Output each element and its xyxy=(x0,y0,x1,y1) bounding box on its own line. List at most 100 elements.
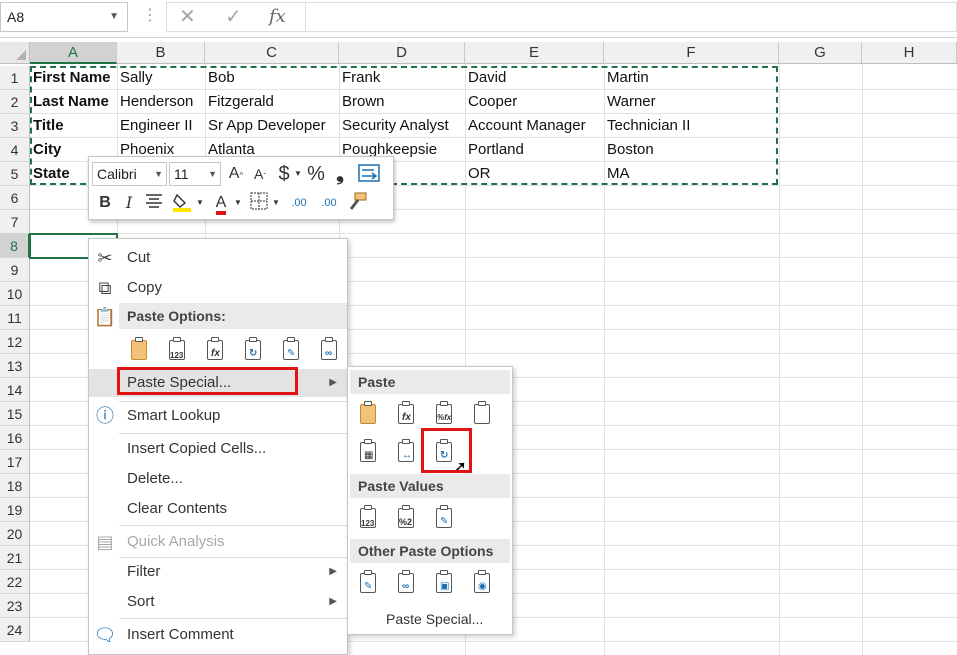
paste-values-icon[interactable]: 123 xyxy=(356,505,382,533)
paste-values-number-format-icon[interactable]: %2 xyxy=(394,505,420,533)
chevron-down-icon[interactable]: ▼ xyxy=(271,191,281,215)
row-header[interactable]: 17 xyxy=(0,450,30,474)
chevron-down-icon[interactable]: ▼ xyxy=(208,163,217,185)
font-name-box[interactable]: Calibri ▼ xyxy=(92,162,167,186)
row-header[interactable]: 9 xyxy=(0,258,30,282)
row-header[interactable]: 13 xyxy=(0,354,30,378)
italic-button[interactable]: I xyxy=(119,191,139,215)
name-box[interactable]: A8 ▼ xyxy=(0,2,128,32)
row-header[interactable]: 10 xyxy=(0,282,30,306)
cancel-icon[interactable]: ✕ xyxy=(179,5,196,29)
paste-formulas-icon[interactable]: fx xyxy=(203,337,229,365)
row-header[interactable]: 6 xyxy=(0,186,30,210)
row-header[interactable]: 22 xyxy=(0,570,30,594)
menu-item-insert-comment[interactable]: 🗨 Insert Comment xyxy=(89,621,347,649)
row-header[interactable]: 7 xyxy=(0,210,30,234)
col-header-d[interactable]: D xyxy=(339,42,465,64)
row-header[interactable]: 23 xyxy=(0,594,30,618)
row-header[interactable]: 11 xyxy=(0,306,30,330)
paste-keep-widths-icon[interactable]: ↔ xyxy=(394,439,420,467)
bold-button[interactable]: B xyxy=(95,191,115,215)
col-header-a[interactable]: A xyxy=(30,42,117,64)
grow-font-button[interactable]: A^ xyxy=(225,162,247,186)
paste-link-icon[interactable]: ∞ xyxy=(394,570,420,598)
paste-picture-icon[interactable]: ▣ xyxy=(432,570,458,598)
increase-decimal-button[interactable]: .00 xyxy=(285,191,313,215)
paste-icon[interactable] xyxy=(356,401,382,429)
chevron-down-icon[interactable]: ▼ xyxy=(109,3,119,31)
paste-link-icon[interactable]: ∞ xyxy=(317,337,343,365)
formula-buttons: ✕ ✓ fx xyxy=(166,2,306,32)
col-header-e[interactable]: E xyxy=(465,42,604,64)
paste-formatting-icon[interactable]: ✎ xyxy=(279,337,305,365)
row-header[interactable]: 12 xyxy=(0,330,30,354)
enter-icon[interactable]: ✓ xyxy=(225,5,242,29)
row-header[interactable]: 20 xyxy=(0,522,30,546)
row-header[interactable]: 18 xyxy=(0,474,30,498)
paste-transpose-icon[interactable]: ↻ xyxy=(241,337,267,365)
chevron-down-icon[interactable]: ▼ xyxy=(293,162,303,186)
row-header[interactable]: 15 xyxy=(0,402,30,426)
row-header[interactable]: 16 xyxy=(0,426,30,450)
row-header[interactable]: 8 xyxy=(0,234,30,258)
paste-values-source-format-icon[interactable]: ✎ xyxy=(432,505,458,533)
col-header-b[interactable]: B xyxy=(117,42,205,64)
shrink-font-button[interactable]: Aˇ xyxy=(249,162,271,186)
menu-item-delete[interactable]: Delete... xyxy=(89,465,347,493)
menu-item-sort[interactable]: Sort ▶ xyxy=(89,588,347,616)
row-header[interactable]: 19 xyxy=(0,498,30,522)
paste-formulas-number-format-icon[interactable]: %fx xyxy=(432,401,458,429)
menu-item-smart-lookup[interactable]: ⓘ Smart Lookup xyxy=(89,402,347,430)
percent-button[interactable]: % xyxy=(305,162,327,186)
col-header-c[interactable]: C xyxy=(205,42,339,64)
menu-item-insert-copied-cells[interactable]: Insert Copied Cells... xyxy=(89,435,347,463)
row-header[interactable]: 21 xyxy=(0,546,30,570)
paste-no-borders-icon[interactable]: ▦ xyxy=(356,439,382,467)
highlight-box xyxy=(117,367,298,395)
row-header[interactable]: 14 xyxy=(0,378,30,402)
menu-item-filter[interactable]: Filter ▶ xyxy=(89,558,347,586)
fill-color-button[interactable] xyxy=(169,191,195,215)
icon-mark: %fx xyxy=(437,413,452,422)
comma-style-button[interactable]: ❟ xyxy=(329,162,351,186)
paste-formulas-icon[interactable]: fx xyxy=(394,401,420,429)
grow-font-icon: A xyxy=(228,165,240,182)
paste-special-link[interactable]: Paste Special... xyxy=(386,607,483,631)
icon-mark: fx xyxy=(211,348,220,359)
col-header-h[interactable]: H xyxy=(862,42,957,64)
paste-values-icon[interactable]: 123 xyxy=(165,337,191,365)
row-header[interactable]: 3 xyxy=(0,114,30,138)
paste-formatting-icon[interactable]: ✎ xyxy=(356,570,382,598)
font-color-button[interactable]: A xyxy=(209,191,233,215)
currency-button[interactable]: $ xyxy=(275,162,293,186)
select-all-button[interactable] xyxy=(0,42,30,64)
insert-function-icon[interactable]: fx xyxy=(269,5,286,29)
menu-item-quick-analysis: ▤ Quick Analysis xyxy=(89,528,347,556)
decrease-decimal-button[interactable]: .00 xyxy=(315,191,343,215)
chevron-down-icon[interactable]: ▼ xyxy=(195,191,205,215)
menu-item-copy[interactable]: ⧉ Copy xyxy=(89,274,347,302)
font-size-box[interactable]: 11 ▼ xyxy=(169,162,221,186)
icon-mark: ▦ xyxy=(364,450,374,461)
row-header[interactable]: 5 xyxy=(0,162,30,186)
menu-item-label: Copy xyxy=(127,279,163,296)
align-center-button[interactable] xyxy=(143,191,165,215)
row-header[interactable]: 1 xyxy=(0,66,30,90)
paste-icon[interactable] xyxy=(127,337,153,365)
borders-button[interactable] xyxy=(247,191,271,215)
col-header-g[interactable]: G xyxy=(779,42,862,64)
formula-input[interactable] xyxy=(306,2,957,32)
row-header[interactable]: 24 xyxy=(0,618,30,642)
paste-linked-picture-icon[interactable]: ◉ xyxy=(470,570,496,598)
chevron-down-icon[interactable]: ▼ xyxy=(154,163,163,185)
format-painter-button[interactable] xyxy=(345,191,369,215)
col-header-f[interactable]: F xyxy=(604,42,779,64)
menu-separator xyxy=(119,525,347,526)
paste-keep-source-icon[interactable] xyxy=(470,401,496,429)
menu-item-clear-contents[interactable]: Clear Contents xyxy=(89,495,347,523)
chevron-down-icon[interactable]: ▼ xyxy=(233,191,243,215)
row-header[interactable]: 2 xyxy=(0,90,30,114)
menu-item-cut[interactable]: ✂ Cut xyxy=(89,244,347,272)
wrap-text-button[interactable] xyxy=(355,162,383,186)
row-header[interactable]: 4 xyxy=(0,138,30,162)
